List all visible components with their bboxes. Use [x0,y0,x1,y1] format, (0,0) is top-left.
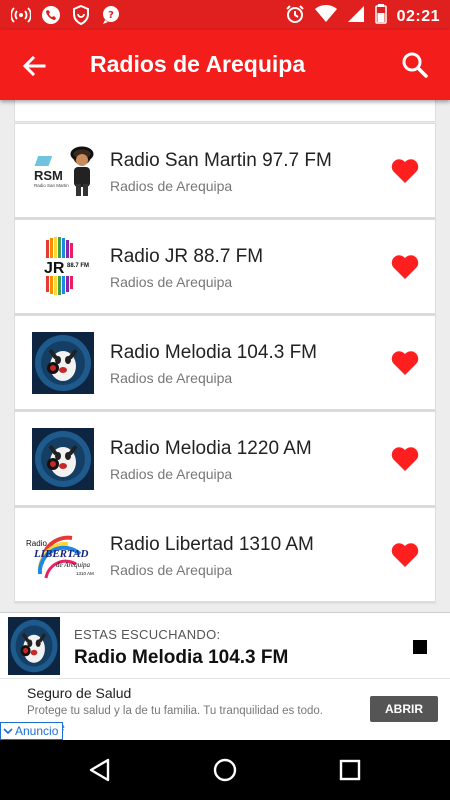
ad-description-text: Protege tu salud y la de tu familia. Tu … [27,705,323,717]
recents-square-icon[interactable] [337,757,363,783]
shield-icon [70,4,92,26]
favorite-heart-icon[interactable] [391,446,419,472]
signal-icon [347,5,365,28]
broadcast-icon [10,4,32,26]
svg-text:de Arequipa: de Arequipa [56,561,91,569]
station-row[interactable]: Radio Melodia 1220 AM Radios de Arequipa [14,411,436,506]
station-name: Radio JR 88.7 FM [110,246,264,267]
svg-text:JR: JR [44,260,65,277]
clock: 02:21 [396,7,440,25]
now-playing-label: ESTAS ESCUCHANDO: [74,627,221,642]
jr-logo: JR 88.7 FM [32,236,94,298]
favorite-heart-icon[interactable] [391,158,419,184]
back-arrow-icon[interactable] [18,50,50,82]
station-category: Radios de Arequipa [110,370,233,386]
ad-title[interactable]: Seguro de Salud [27,685,131,701]
now-playing-bar[interactable]: ESTAS ESCUCHANDO: Radio Melodia 104.3 FM [0,612,450,678]
station-name: Radio San Martin 97.7 FM [110,150,332,171]
station-category: Radios de Arequipa [110,466,233,482]
svg-text:88.7 FM: 88.7 FM [67,263,89,269]
home-circle-icon[interactable] [212,757,238,783]
alarm-icon [285,4,305,29]
ad-description: Protege tu salud y la de tu familia. Tu … [27,703,357,737]
favorite-heart-icon[interactable] [391,542,419,568]
favorite-heart-icon[interactable] [391,254,419,280]
station-category: Radios de Arequipa [110,178,233,194]
now-playing-title: Radio Melodia 104.3 FM [74,647,289,668]
ad-choices-tag[interactable]: Anuncio [0,722,64,740]
station-row[interactable]: Radio Melodia 104.3 FM Radios de Arequip… [14,315,436,410]
melodia-logo [32,332,94,394]
libertad-logo: Radio LIBERTAD de Arequipa 1310 AM [26,524,94,586]
stop-icon[interactable] [413,640,427,654]
station-category: Radios de Arequipa [110,274,233,290]
chat-icon: ? [100,4,122,26]
station-name: Radio Melodia 1220 AM [110,438,312,459]
system-nav-bar [0,740,450,800]
ad-banner[interactable]: Seguro de Salud Protege tu salud y la de… [0,678,450,740]
station-name: Radio Libertad 1310 AM [110,534,314,555]
list-item-partial [14,100,436,122]
favorite-heart-icon[interactable] [391,350,419,376]
svg-text:RSM: RSM [34,168,63,183]
station-list[interactable]: RSM Radio San Martin Radio San Martin 97… [14,100,436,610]
now-playing-logo [8,617,60,675]
station-row[interactable]: Radio LIBERTAD de Arequipa 1310 AM Radio… [14,507,436,602]
ad-domain: com.pe [27,720,357,737]
wifi-icon [314,4,337,28]
station-name: Radio Melodia 104.3 FM [110,342,317,363]
rsm-logo: RSM Radio San Martin [32,140,94,202]
svg-text:1310 AM: 1310 AM [76,571,94,576]
ad-tag-label: Anuncio [15,724,59,738]
svg-text:?: ? [108,10,114,21]
svg-text:Radio San Martin: Radio San Martin [34,183,69,188]
svg-text:LIBERTAD: LIBERTAD [33,548,88,560]
status-bar: ? 02:21 [0,0,450,30]
app-toolbar: Radios de Arequipa [0,30,450,100]
search-icon[interactable] [400,50,430,80]
chevron-down-icon [3,728,13,735]
station-row[interactable]: JR 88.7 FM Radio JR 88.7 FM Radios de Ar… [14,219,436,314]
back-triangle-icon[interactable] [87,757,113,783]
svg-text:Radio: Radio [26,539,47,548]
melodia-logo [32,428,94,490]
battery-icon [374,4,387,29]
phone-icon [40,4,62,26]
page-title: Radios de Arequipa [90,51,306,77]
station-row[interactable]: RSM Radio San Martin Radio San Martin 97… [14,123,436,218]
station-category: Radios de Arequipa [110,562,233,578]
ad-open-button[interactable]: ABRIR [370,696,438,722]
